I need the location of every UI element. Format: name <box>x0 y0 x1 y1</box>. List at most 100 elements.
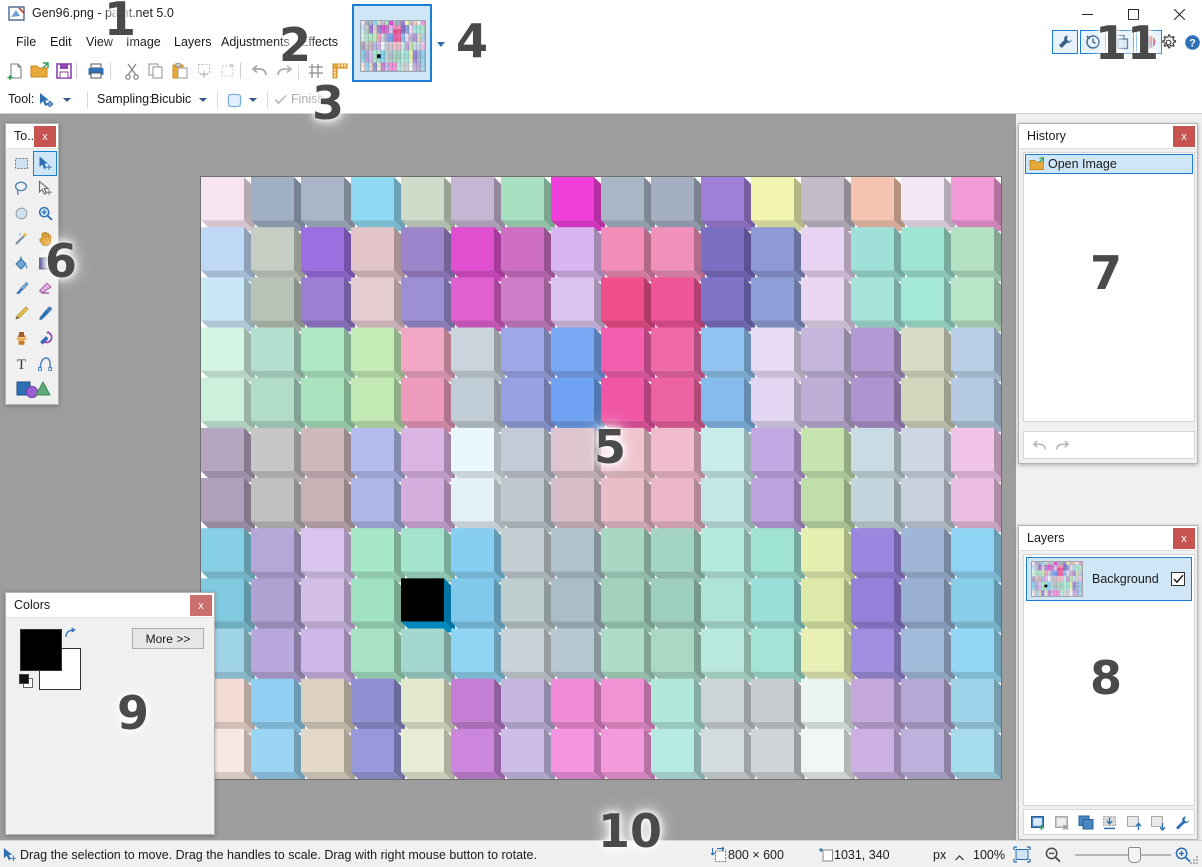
help-icon[interactable]: ? <box>1180 30 1202 54</box>
primary-color-swatch[interactable] <box>20 629 62 671</box>
tool-text[interactable]: T <box>9 351 33 376</box>
menu-effects[interactable]: Effects <box>292 28 346 56</box>
history-window-close-button[interactable]: x <box>1173 126 1195 147</box>
history-undo-button[interactable] <box>1030 436 1050 456</box>
zoom-slider-track[interactable] <box>1075 854 1171 856</box>
tool-zoom[interactable] <box>33 201 57 226</box>
colors-window-close-button[interactable]: x <box>190 595 212 616</box>
move-layer-down-button[interactable] <box>1148 813 1168 833</box>
menu-image[interactable]: Image <box>118 28 169 56</box>
history-redo-button[interactable] <box>1052 436 1072 456</box>
gear-icon[interactable] <box>1156 30 1180 54</box>
history-item-open-image[interactable]: Open Image <box>1025 154 1193 174</box>
tool-line-curve[interactable] <box>33 351 57 376</box>
menu-edit[interactable]: Edit <box>42 28 80 56</box>
more-colors-button[interactable]: More >> <box>132 628 204 649</box>
sampling-dropdown-caret-icon[interactable] <box>199 98 207 102</box>
zoom-level-value[interactable]: 100% <box>973 848 1005 862</box>
units-label[interactable]: px <box>933 848 946 862</box>
cut-icon[interactable] <box>120 59 144 83</box>
tool-color-picker[interactable] <box>33 301 57 326</box>
history-item-label: Open Image <box>1048 157 1117 171</box>
history-footer <box>1023 431 1195 459</box>
colors-window: Colors x More >> <box>5 592 215 835</box>
crop-to-selection-icon[interactable] <box>192 59 216 83</box>
tool-gradient[interactable] <box>33 251 57 276</box>
tool-move-selection[interactable] <box>33 176 57 201</box>
move-layer-up-button[interactable] <box>1124 813 1144 833</box>
tool-shapes[interactable] <box>9 376 57 401</box>
tool-lasso-select[interactable] <box>9 176 33 201</box>
tools-window-toggle[interactable] <box>1052 30 1078 54</box>
undo-icon[interactable] <box>248 59 272 83</box>
add-layer-button[interactable] <box>1028 813 1048 833</box>
save-icon[interactable] <box>52 59 76 83</box>
chevron-up-icon[interactable] <box>955 851 964 865</box>
layer-properties-button[interactable] <box>1172 813 1192 833</box>
swap-colors-icon[interactable] <box>64 627 78 644</box>
open-image-icon[interactable] <box>28 59 52 83</box>
zoom-slider-thumb[interactable] <box>1128 847 1141 863</box>
layer-item-background[interactable]: Background <box>1026 557 1192 601</box>
new-image-icon[interactable] <box>4 59 28 83</box>
layers-window-close-button[interactable]: x <box>1173 528 1195 549</box>
tool-pencil[interactable] <box>9 301 33 326</box>
colors-window-header[interactable]: Colors x <box>6 593 214 618</box>
toolbar-separator <box>298 63 299 79</box>
copy-icon[interactable] <box>144 59 168 83</box>
close-button[interactable] <box>1156 0 1202 28</box>
duplicate-layer-button[interactable] <box>1076 813 1096 833</box>
tool-eraser[interactable] <box>33 276 57 301</box>
tool-dropdown-caret-icon[interactable] <box>63 98 71 102</box>
layers-window-header[interactable]: Layers x <box>1019 526 1197 551</box>
tool-move-selected-pixels[interactable] <box>33 151 57 176</box>
delete-layer-button[interactable] <box>1052 813 1072 833</box>
maximize-button[interactable] <box>1110 0 1156 28</box>
sampling-value[interactable]: Bicubic <box>151 92 191 106</box>
menu-view[interactable]: View <box>78 28 121 56</box>
tools-window-header[interactable]: To... x <box>6 124 58 149</box>
redo-icon[interactable] <box>272 59 296 83</box>
tool-ellipse-select[interactable] <box>9 201 33 226</box>
reset-colors-icon[interactable] <box>19 674 34 692</box>
layers-window-toggle[interactable] <box>1108 30 1134 54</box>
print-icon[interactable] <box>84 59 108 83</box>
selection-shape-caret-icon[interactable] <box>249 98 257 102</box>
fit-to-window-icon[interactable] <box>1013 846 1031 866</box>
tool-clone-stamp[interactable] <box>9 326 33 351</box>
history-window-header[interactable]: History x <box>1019 124 1197 149</box>
layer-visibility-checkbox[interactable] <box>1171 572 1185 586</box>
options-separator <box>87 92 88 108</box>
menu-layers[interactable]: Layers <box>166 28 220 56</box>
history-list[interactable]: Open Image <box>1023 152 1195 422</box>
tool-rectangle-select[interactable] <box>9 151 33 176</box>
merge-layer-down-button[interactable] <box>1100 813 1120 833</box>
tool-paint-bucket[interactable] <box>9 251 33 276</box>
finish-button[interactable]: Finish <box>291 92 324 106</box>
tool-paintbrush[interactable] <box>9 276 33 301</box>
tools-window-close-button[interactable]: x <box>34 126 56 147</box>
grid-icon[interactable] <box>304 59 328 83</box>
move-selection-icon[interactable] <box>38 92 55 112</box>
zoom-out-icon[interactable] <box>1044 846 1062 866</box>
resize-grip-icon[interactable] <box>1189 854 1199 864</box>
history-window-toggle[interactable] <box>1080 30 1106 54</box>
chevron-down-icon[interactable] <box>437 42 445 47</box>
selection-shape-icon[interactable] <box>226 92 243 112</box>
minimize-button[interactable] <box>1064 0 1110 28</box>
layer-list[interactable]: Background <box>1023 554 1195 806</box>
tool-recolor[interactable] <box>33 326 57 351</box>
check-icon <box>274 94 287 108</box>
rulers-icon[interactable] <box>328 59 352 83</box>
image-canvas[interactable] <box>200 176 1002 780</box>
toolbar-separator <box>76 63 77 79</box>
paste-icon[interactable] <box>168 59 192 83</box>
image-tab-gen96[interactable] <box>352 4 432 82</box>
tool-pan[interactable] <box>33 226 57 251</box>
deselect-all-icon[interactable] <box>216 59 240 83</box>
tool-label: Tool: <box>8 92 35 106</box>
menu-file[interactable]: File <box>8 28 44 56</box>
tool-magic-wand[interactable] <box>9 226 33 251</box>
cursor-position-icon <box>819 847 835 866</box>
menu-adjustments[interactable]: Adjustments <box>213 28 298 56</box>
